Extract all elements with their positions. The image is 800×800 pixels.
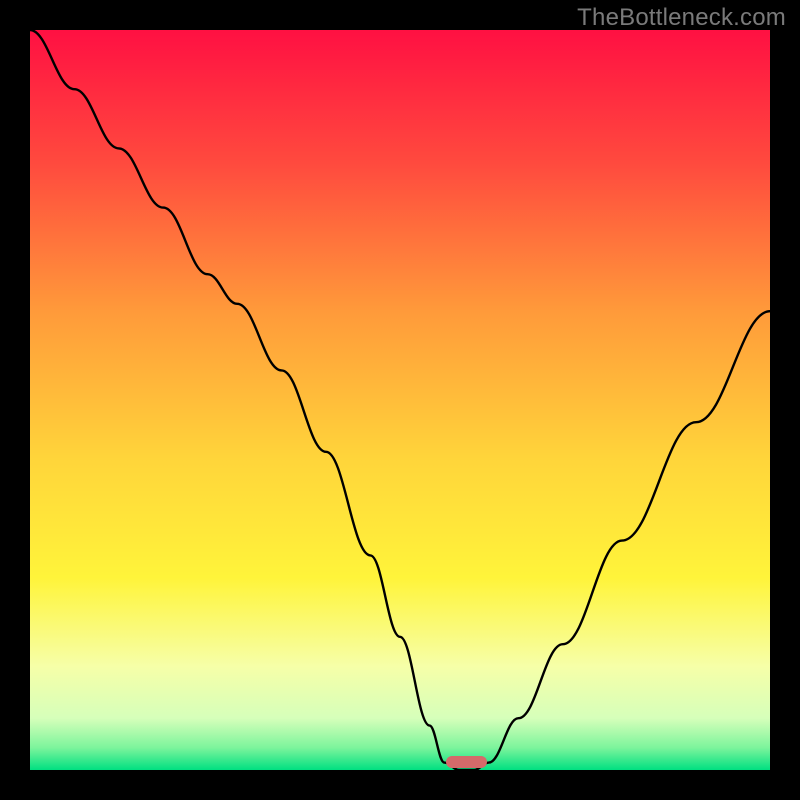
- bottleneck-curve-line: [30, 30, 770, 770]
- plot-area: [30, 30, 770, 770]
- watermark-text: TheBottleneck.com: [577, 4, 786, 32]
- chart-frame: TheBottleneck.com: [0, 0, 800, 800]
- bottleneck-curve-svg: [30, 30, 770, 770]
- optimal-point-marker: [446, 756, 487, 768]
